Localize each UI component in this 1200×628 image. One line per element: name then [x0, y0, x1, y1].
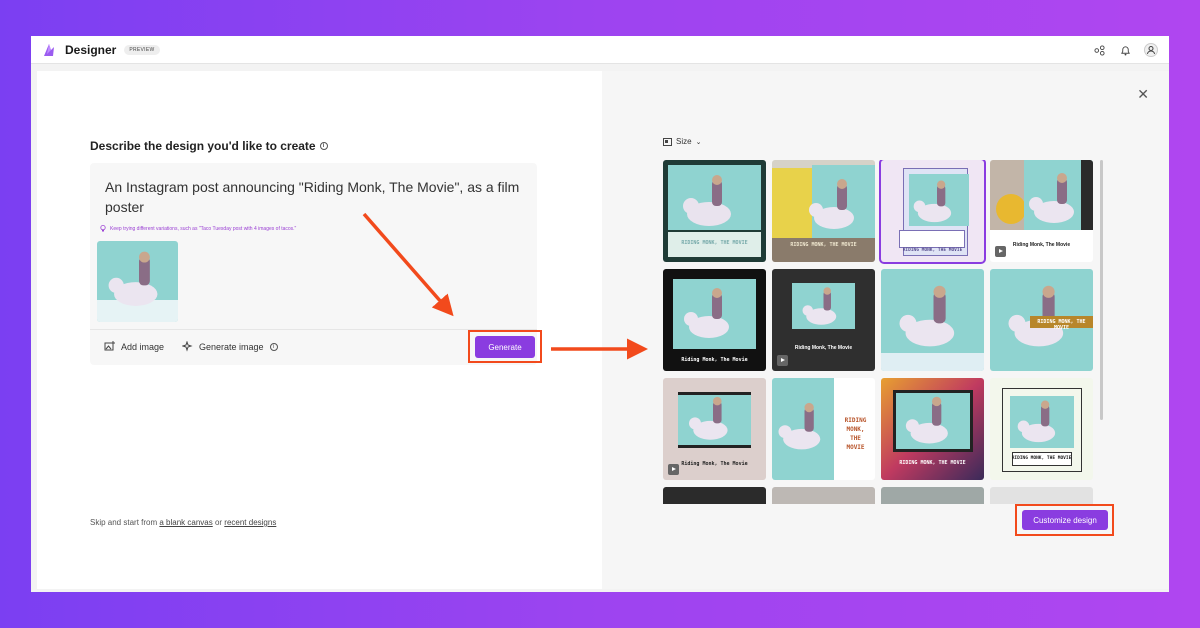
add-image-label: Add image: [121, 341, 165, 352]
design-card[interactable]: [663, 487, 766, 504]
uploaded-image[interactable]: [97, 241, 178, 322]
app-name: Designer: [65, 42, 117, 57]
design-card[interactable]: [881, 487, 984, 504]
preview-badge: PREVIEW: [124, 44, 160, 55]
chevron-down-icon: ⌄: [695, 138, 702, 146]
design-card[interactable]: Riding Monk, The Movie: [772, 269, 875, 371]
design-card[interactable]: RIDING MONK, THE MOVIE: [663, 160, 766, 262]
video-icon: [995, 246, 1006, 257]
size-label: Size: [676, 137, 692, 146]
design-grid: RIDING MONK, THE MOVIE RIDING MONK, THE …: [663, 160, 1095, 504]
account-icon[interactable]: [1143, 42, 1159, 58]
heading-text: Describe the design you'd like to create: [90, 139, 316, 153]
design-card[interactable]: Riding Monk, The Movie: [663, 269, 766, 371]
generate-image-button[interactable]: Generate image i: [182, 341, 278, 352]
design-card[interactable]: RIDING MONK, THE MOVIE: [881, 378, 984, 480]
hint: Keep trying different variations, such a…: [100, 225, 296, 232]
skip-text: Skip and start from a blank canvas or re…: [90, 518, 276, 527]
resize-icon: [663, 137, 672, 146]
card-caption: RIDING MONK, THE MOVIE: [681, 240, 748, 246]
design-card[interactable]: [990, 487, 1093, 504]
design-card[interactable]: RIDING MONK, THE MOVIE: [772, 378, 875, 480]
design-card[interactable]: [772, 487, 875, 504]
video-icon: [777, 355, 788, 366]
top-bar: Designer PREVIEW: [31, 36, 1169, 64]
prompt-input[interactable]: An Instagram post announcing "Riding Mon…: [105, 177, 525, 217]
design-card[interactable]: Riding Monk, The Movie: [990, 160, 1093, 262]
card-caption: RIDING MONK, THE MOVIE: [790, 242, 857, 248]
info-icon[interactable]: i: [269, 342, 278, 351]
close-icon[interactable]: ✕: [1137, 86, 1149, 103]
customize-design-button[interactable]: Customize design: [1022, 510, 1108, 530]
card-caption: RIDING MONK, THE MOVIE: [1037, 319, 1086, 331]
design-card[interactable]: RIDING MONK, THE MOVIE: [990, 378, 1093, 480]
card-caption: RIDING MONK, THE MOVIE: [899, 460, 966, 466]
card-caption: RIDING MONK, THE MOVIE: [844, 417, 867, 451]
design-card-selected[interactable]: RIDING MONK, THE MOVIE: [881, 160, 984, 262]
skip-prefix: Skip and start from: [90, 518, 160, 527]
design-card[interactable]: [881, 269, 984, 371]
card-caption: Riding Monk, The Movie: [794, 345, 853, 351]
generate-button[interactable]: Generate: [475, 336, 535, 358]
add-image-icon: [104, 341, 115, 351]
size-dropdown[interactable]: Size ⌄: [663, 137, 701, 146]
blank-canvas-link[interactable]: a blank canvas: [159, 518, 212, 527]
recent-designs-link[interactable]: recent designs: [224, 518, 276, 527]
card-caption: RIDING MONK, THE MOVIE: [902, 248, 963, 253]
info-icon[interactable]: i: [319, 142, 328, 150]
notification-bell-icon[interactable]: [1117, 42, 1133, 58]
add-image-button[interactable]: Add image: [104, 341, 164, 352]
share-icon[interactable]: [1091, 42, 1107, 58]
generate-image-label: Generate image: [199, 341, 264, 352]
results-panel: ✕ Size ⌄ RIDING MONK, THE MOVIE RIDING M…: [602, 71, 1169, 589]
card-caption: Riding Monk, The Movie: [681, 357, 748, 363]
video-icon: [668, 464, 679, 475]
design-card[interactable]: RIDING MONK, THE MOVIE: [772, 160, 875, 262]
page-title: Describe the design you'd like to create…: [90, 139, 328, 153]
card-caption: RIDING MONK, THE MOVIE: [1011, 456, 1072, 461]
design-card[interactable]: RIDING MONK, THE MOVIE: [990, 269, 1093, 371]
or-text: or: [212, 518, 225, 527]
designer-logo-icon: [44, 43, 54, 56]
grid-scrollbar[interactable]: [1100, 160, 1103, 420]
designer-window: Designer PREVIEW ✕ Size ⌄ RIDING MONK, T…: [31, 36, 1169, 592]
sparkle-icon: [182, 341, 193, 352]
lightbulb-icon: [100, 225, 106, 232]
design-card[interactable]: Riding Monk, The Movie: [663, 378, 766, 480]
hint-text: Keep trying different variations, such a…: [110, 225, 297, 232]
